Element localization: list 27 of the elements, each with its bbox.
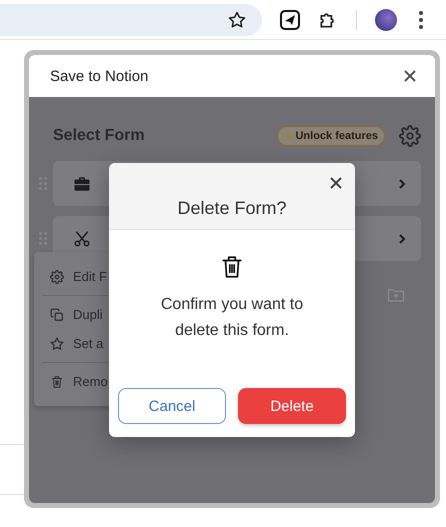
cancel-button[interactable]: Cancel — [118, 388, 226, 424]
section-heading: Select Form — [53, 127, 146, 145]
star-icon — [228, 10, 246, 28]
settings-button[interactable] — [399, 125, 421, 147]
popup-title: Save to Notion — [50, 68, 148, 84]
scissors-icon — [73, 230, 91, 248]
profile-avatar[interactable] — [375, 8, 397, 30]
dialog-message: Confirm you want to delete this form. — [160, 295, 304, 341]
briefcase-icon — [73, 174, 91, 192]
star-icon — [50, 336, 64, 350]
chevron-right-icon — [397, 178, 407, 190]
dialog-title: Delete Form? — [177, 198, 287, 219]
send-extension-icon[interactable] — [280, 10, 300, 30]
unlock-features-badge[interactable]: Unlock features — [277, 126, 385, 146]
delete-button[interactable]: Delete — [238, 388, 346, 424]
more-menu-icon[interactable] — [419, 10, 423, 28]
menu-item[interactable]: Dupli — [42, 300, 111, 329]
copy-icon — [50, 308, 64, 322]
gear-icon — [50, 270, 64, 284]
menu-item[interactable]: Remo — [42, 367, 116, 396]
chevron-right-icon — [397, 232, 407, 244]
close-button[interactable] — [329, 176, 343, 190]
gear-icon — [399, 125, 421, 147]
trash-icon — [50, 374, 64, 388]
close-button[interactable] — [403, 69, 417, 83]
menu-item[interactable]: Set a — [42, 329, 112, 358]
menu-item[interactable]: Edit F — [42, 262, 115, 291]
